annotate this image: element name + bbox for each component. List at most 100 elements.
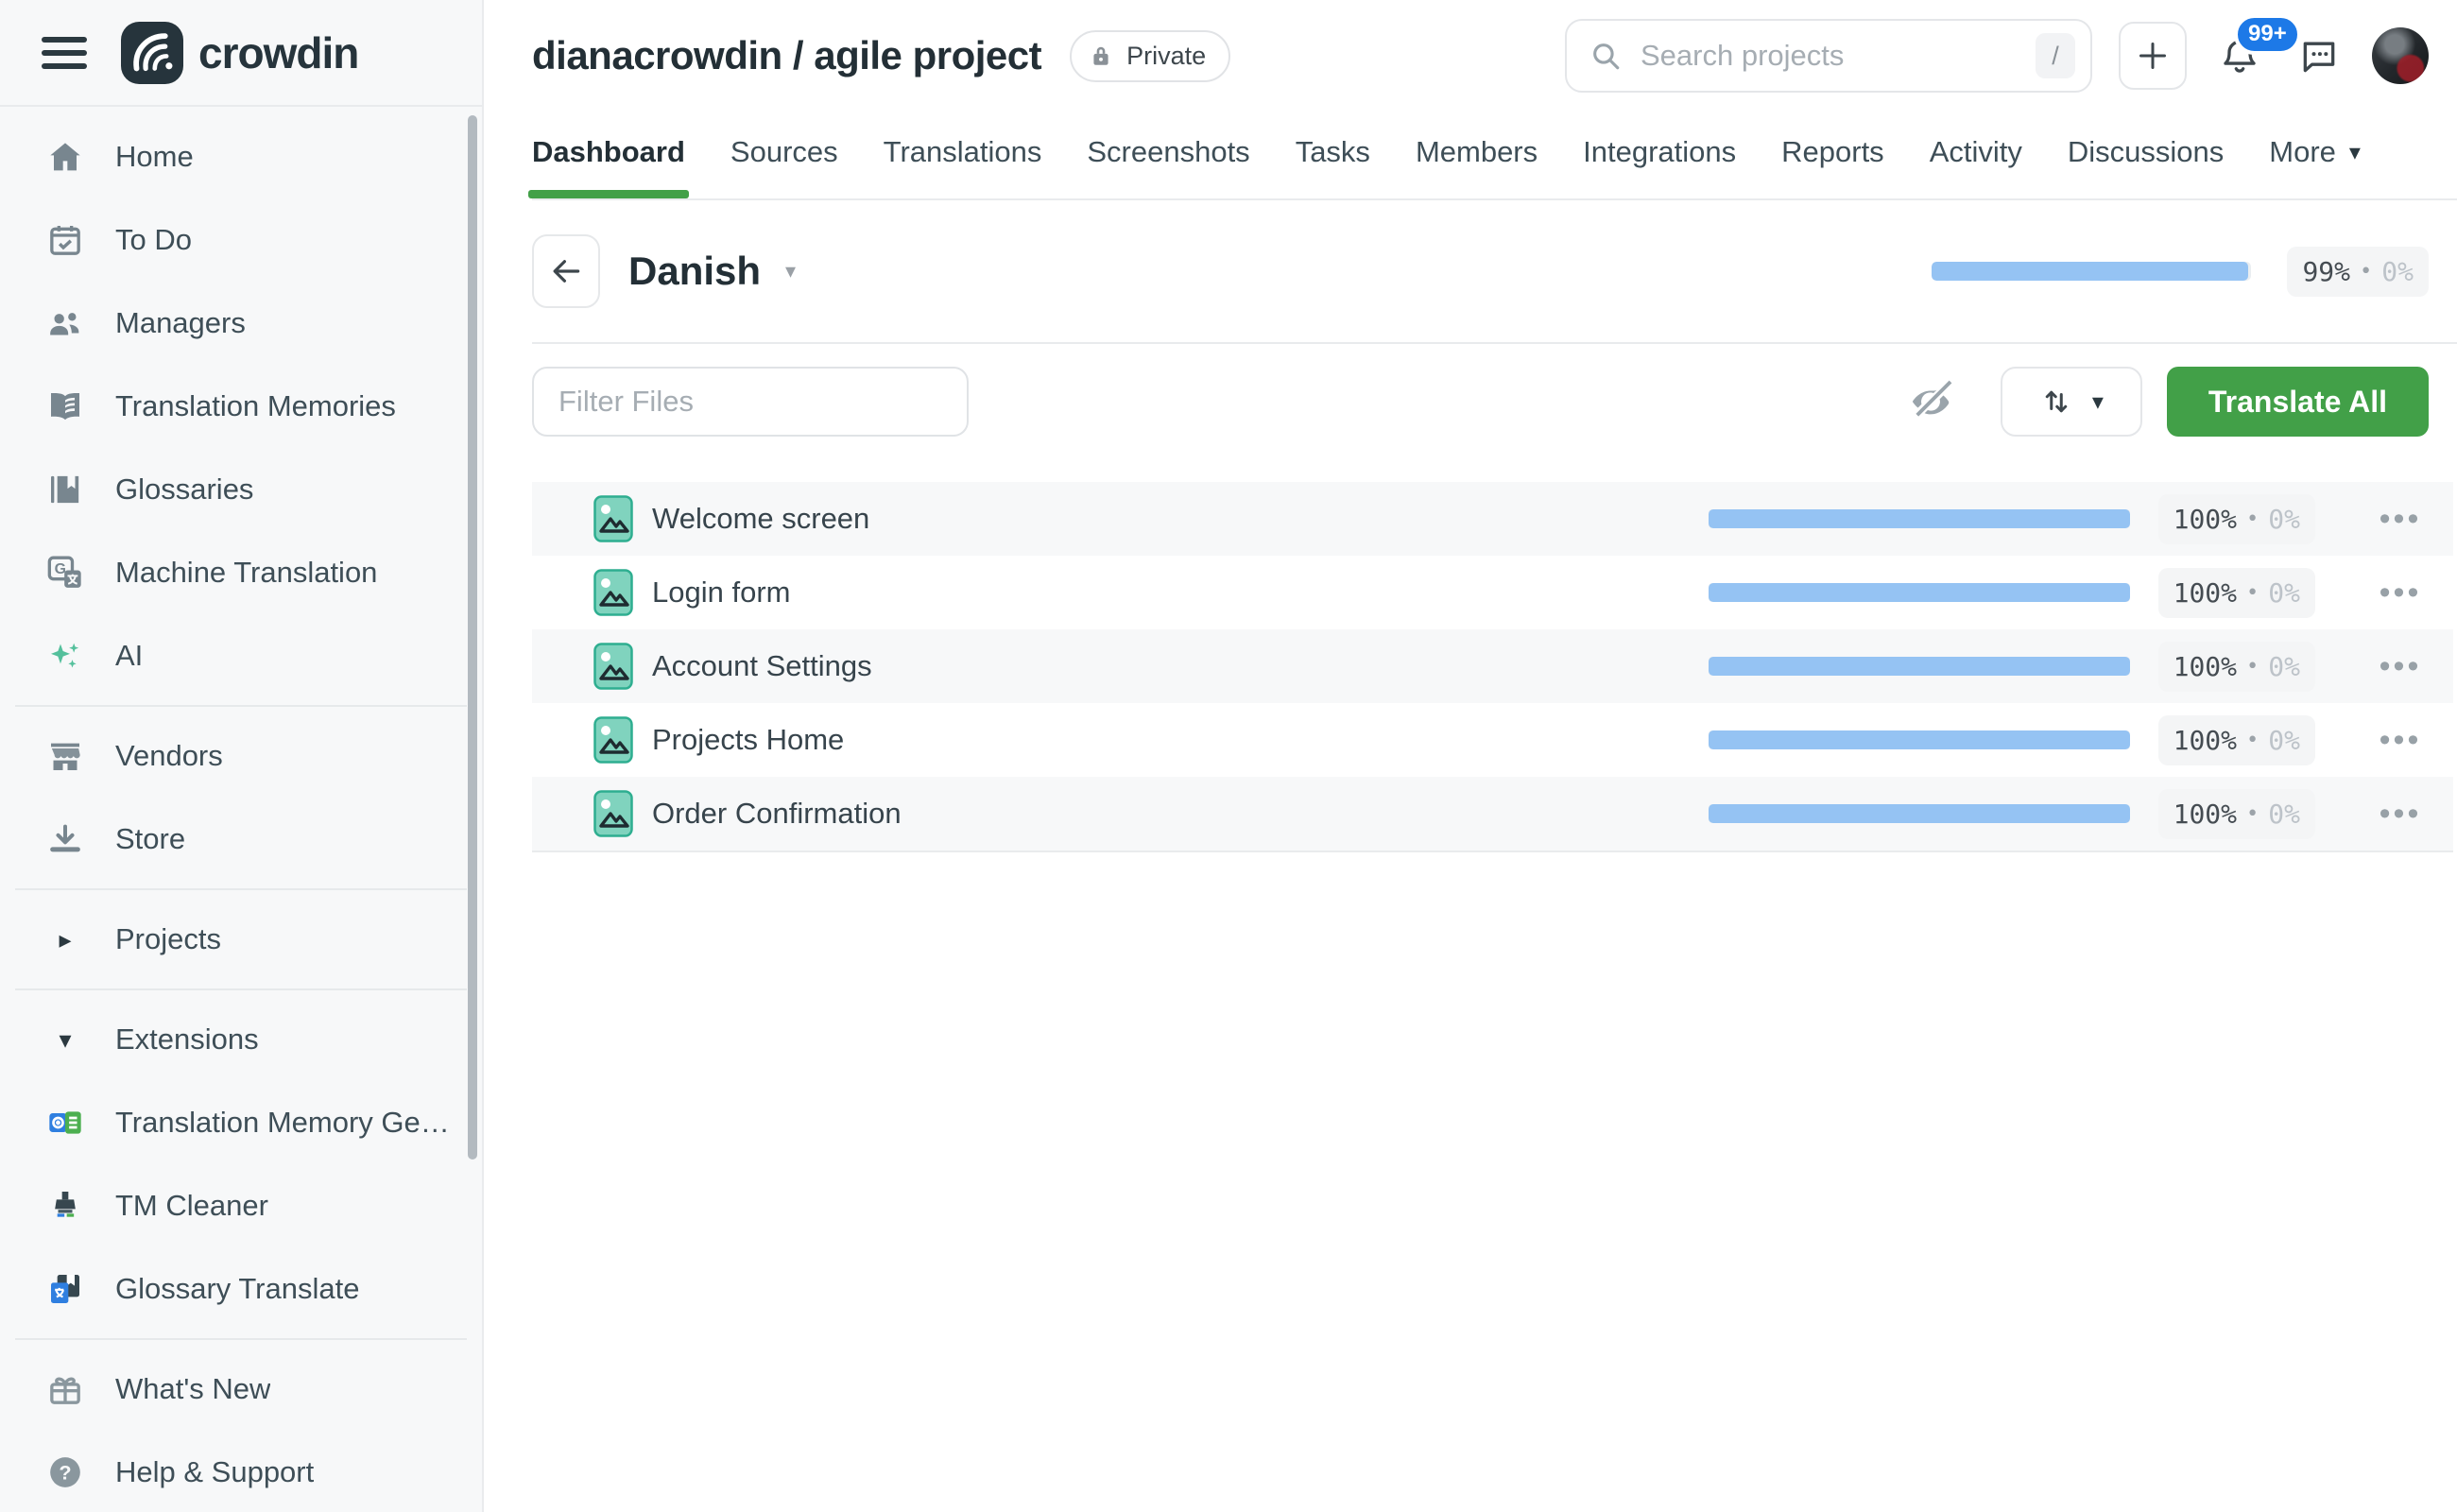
- sidebar-item-tm-generator[interactable]: Translation Memory Gene…: [0, 1081, 482, 1164]
- sidebar-item-label: To Do: [115, 223, 192, 257]
- chevron-down-icon: ▾: [2349, 139, 2361, 166]
- tab-more[interactable]: More▾: [2269, 106, 2361, 198]
- sidebar-item-label: Projects: [115, 922, 221, 956]
- file-progress-bar: [1709, 509, 2130, 528]
- sidebar-item-label: AI: [115, 639, 143, 673]
- file-row-welcome-screen[interactable]: Welcome screen 100% • 0% •••: [532, 482, 2453, 556]
- notifications-button[interactable]: 99+: [2213, 29, 2266, 82]
- sidebar-divider: [15, 705, 467, 707]
- language-progress-bar: [1932, 262, 2251, 281]
- file-actions-menu[interactable]: •••: [2374, 650, 2427, 682]
- sidebar-item-todo[interactable]: To Do: [0, 198, 482, 282]
- messages-button[interactable]: [2293, 29, 2345, 82]
- sidebar: crowdin Home To Do Managers: [0, 0, 484, 1512]
- svg-text:?: ?: [59, 1461, 71, 1485]
- file-row-account-settings[interactable]: Account Settings 100% • 0% •••: [532, 629, 2453, 703]
- sidebar-item-label: TM Cleaner: [115, 1189, 268, 1223]
- privacy-badge-label: Private: [1126, 42, 1206, 71]
- back-button[interactable]: [532, 234, 600, 308]
- project-tabs: Dashboard Sources Translations Screensho…: [532, 106, 2457, 200]
- file-progress-fill: [1709, 730, 2130, 749]
- main-content: dianacrowdin / agile project Private / 9…: [484, 0, 2457, 1512]
- percent-separator: •: [2246, 802, 2259, 826]
- sidebar-item-tm-cleaner[interactable]: TM Cleaner: [0, 1164, 482, 1247]
- privacy-badge: Private: [1070, 30, 1230, 82]
- file-actions-menu[interactable]: •••: [2374, 724, 2427, 756]
- file-progress-fill: [1709, 583, 2130, 602]
- chat-icon: [2298, 35, 2340, 77]
- sidebar-item-store[interactable]: Store: [0, 798, 482, 881]
- language-progress-fill: [1932, 262, 2248, 281]
- user-avatar[interactable]: [2372, 27, 2429, 84]
- sidebar-scrollbar[interactable]: [468, 115, 477, 1160]
- file-actions-menu[interactable]: •••: [2374, 798, 2427, 830]
- file-percent-badge: 100% • 0%: [2158, 568, 2315, 618]
- sidebar-item-projects[interactable]: ▸ Projects: [0, 898, 482, 981]
- tab-dashboard[interactable]: Dashboard: [532, 106, 685, 198]
- tab-tasks[interactable]: Tasks: [1296, 106, 1370, 198]
- language-dropdown-caret[interactable]: ▾: [785, 259, 796, 284]
- file-progress-bar: [1709, 730, 2130, 749]
- approved-percent: 0%: [2268, 577, 2300, 609]
- file-row-login-form[interactable]: Login form 100% • 0% •••: [532, 556, 2453, 629]
- approved-percent: 0%: [2381, 256, 2414, 287]
- sidebar-item-label: What's New: [115, 1372, 270, 1406]
- file-actions-menu[interactable]: •••: [2374, 576, 2427, 609]
- sidebar-item-glossary-translate[interactable]: Glossary Translate: [0, 1247, 482, 1331]
- tab-reports[interactable]: Reports: [1781, 106, 1884, 198]
- sidebar-item-help-support[interactable]: ? Help & Support: [0, 1431, 482, 1512]
- tm-generator-icon: [44, 1102, 86, 1143]
- sidebar-item-whats-new[interactable]: What's New: [0, 1348, 482, 1431]
- app-window: crowdin Home To Do Managers: [0, 0, 2457, 1512]
- todo-calendar-icon: [44, 219, 86, 261]
- file-progress-bar: [1709, 657, 2130, 676]
- sidebar-item-translation-memories[interactable]: Translation Memories: [0, 365, 482, 448]
- header-actions: / 99+: [1565, 19, 2429, 93]
- file-row-order-confirmation[interactable]: Order Confirmation 100% • 0% •••: [532, 777, 2453, 850]
- sidebar-item-label: Translation Memories: [115, 389, 396, 423]
- chevron-down-icon: ▾: [2092, 388, 2104, 416]
- sort-button[interactable]: ▾: [2001, 367, 2142, 437]
- language-header-row: Danish ▾ 99% • 0%: [532, 234, 2429, 308]
- hide-completed-button[interactable]: [1904, 375, 1957, 428]
- translate-all-button[interactable]: Translate All: [2167, 367, 2429, 437]
- filter-files-input[interactable]: [532, 367, 969, 437]
- sidebar-item-vendors[interactable]: Vendors: [0, 714, 482, 798]
- crowdin-logo[interactable]: crowdin: [121, 22, 358, 84]
- language-name: Danish: [628, 249, 761, 294]
- tab-integrations[interactable]: Integrations: [1583, 106, 1736, 198]
- tab-discussions[interactable]: Discussions: [2068, 106, 2224, 198]
- search-input[interactable]: [1641, 39, 2036, 73]
- sidebar-item-extensions[interactable]: ▾ Extensions: [0, 998, 482, 1081]
- percent-separator: •: [2246, 655, 2259, 679]
- tab-screenshots[interactable]: Screenshots: [1087, 106, 1249, 198]
- tab-members[interactable]: Members: [1416, 106, 1538, 198]
- percent-separator: •: [2246, 507, 2259, 531]
- sidebar-item-label: Glossaries: [115, 472, 253, 507]
- approved-percent: 0%: [2268, 725, 2300, 756]
- tab-sources[interactable]: Sources: [730, 106, 838, 198]
- create-project-button[interactable]: [2119, 22, 2187, 90]
- files-toolbar: ▾ Translate All: [532, 367, 2457, 437]
- search-box[interactable]: /: [1565, 19, 2092, 93]
- eye-off-icon: [1909, 380, 1952, 423]
- sidebar-nav: Home To Do Managers Translation Memories: [0, 107, 482, 1512]
- sidebar-item-home[interactable]: Home: [0, 115, 482, 198]
- tab-label: Members: [1416, 135, 1538, 169]
- chevron-down-icon: ▾: [44, 1025, 86, 1055]
- sidebar-item-machine-translation[interactable]: G Machine Translation: [0, 531, 482, 614]
- file-row-projects-home[interactable]: Projects Home 100% • 0% •••: [532, 703, 2453, 777]
- sidebar-item-ai[interactable]: AI: [0, 614, 482, 697]
- image-file-icon: [593, 495, 633, 542]
- tab-activity[interactable]: Activity: [1930, 106, 2022, 198]
- tab-label: Tasks: [1296, 135, 1370, 169]
- sidebar-item-managers[interactable]: Managers: [0, 282, 482, 365]
- hamburger-icon[interactable]: [42, 34, 91, 72]
- toolbar-actions: ▾ Translate All: [1904, 367, 2429, 437]
- whats-new-icon: [44, 1368, 86, 1410]
- sidebar-divider: [15, 888, 467, 890]
- tab-translations[interactable]: Translations: [884, 106, 1042, 198]
- file-actions-menu[interactable]: •••: [2374, 503, 2427, 535]
- sidebar-item-label: Store: [115, 822, 185, 856]
- sidebar-item-glossaries[interactable]: Glossaries: [0, 448, 482, 531]
